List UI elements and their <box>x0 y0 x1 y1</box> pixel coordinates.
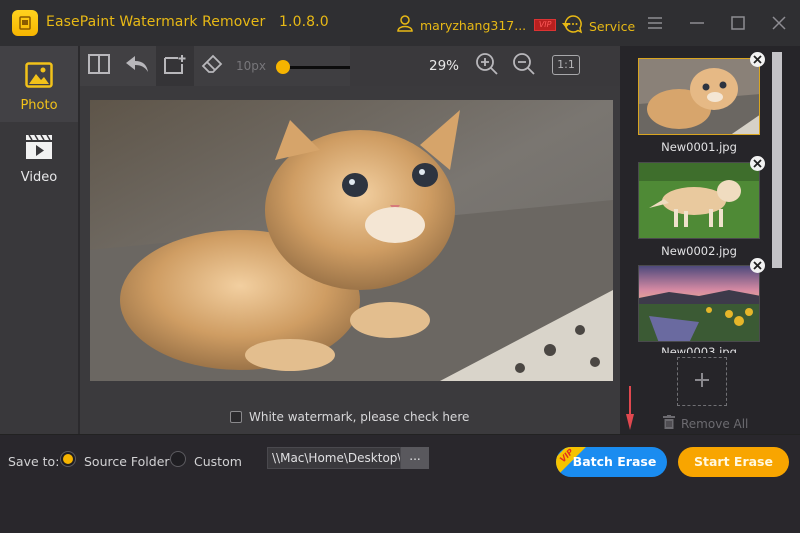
undo-button[interactable] <box>118 46 156 86</box>
start-erase-button[interactable]: Start Erase <box>678 447 789 477</box>
radio-selected-dot <box>63 454 73 464</box>
minimize-icon[interactable] <box>688 14 706 32</box>
undo-icon <box>125 54 149 78</box>
save-to-label: Save to: <box>8 454 60 469</box>
vip-badge: VIP <box>534 19 557 31</box>
close-icon[interactable] <box>770 14 788 32</box>
source-folder-radio[interactable] <box>60 451 76 467</box>
zoom-in-icon <box>475 52 499 80</box>
sidebar-item-photo[interactable]: Photo <box>0 46 78 122</box>
white-watermark-label: White watermark, please check here <box>249 410 470 424</box>
trash-icon <box>663 414 675 433</box>
start-erase-label: Start Erase <box>694 454 773 469</box>
remove-file-icon[interactable] <box>750 52 765 67</box>
zoom-out-icon <box>512 52 536 80</box>
bottom-bar: Save to: Source Folder Custom \\Mac\Home… <box>0 434 800 533</box>
eraser-icon <box>201 54 225 78</box>
title-bar: EasePaint Watermark Remover 1.0.8.0 mary… <box>0 0 800 46</box>
sidebar-item-label: Photo <box>20 98 58 113</box>
file-thumbnail[interactable] <box>638 58 760 135</box>
user-icon <box>396 14 414 36</box>
file-name: New0002.jpg <box>661 244 737 258</box>
annotation-arrow-icon <box>624 386 636 434</box>
white-watermark-checkbox[interactable] <box>230 411 242 423</box>
rectangle-select-icon <box>163 53 187 79</box>
remove-file-icon[interactable] <box>750 258 765 273</box>
main-image[interactable] <box>90 100 613 381</box>
browse-button[interactable]: ... <box>401 447 429 469</box>
rectangle-select-button[interactable] <box>156 46 194 86</box>
zoom-out-button[interactable] <box>505 46 543 86</box>
remove-all-label: Remove All <box>681 416 749 431</box>
source-folder-label: Source Folder <box>84 454 170 469</box>
add-file-button[interactable] <box>677 357 727 406</box>
toolbar: 10px +450px 29% 1:1 <box>80 46 620 86</box>
file-thumbnail[interactable] <box>638 162 760 239</box>
batch-erase-label: Batch Erase <box>572 454 657 469</box>
user-account[interactable]: maryzhang317... VIP <box>396 14 571 36</box>
zoom-in-button[interactable] <box>468 46 506 86</box>
eraser-button[interactable] <box>194 46 232 86</box>
file-list-scrollbar[interactable] <box>772 52 782 268</box>
brush-size-slider[interactable] <box>284 66 350 69</box>
custom-label: Custom <box>194 454 242 469</box>
brush-size-slider-thumb[interactable] <box>276 60 290 74</box>
zoom-percent: 29% <box>429 58 460 74</box>
actual-size-button[interactable]: 1:1 <box>552 55 580 75</box>
custom-radio[interactable] <box>170 451 186 467</box>
sidebar-item-label: Video <box>20 170 58 185</box>
batch-erase-button[interactable]: VIP Batch Erase <box>556 447 667 477</box>
remove-file-icon[interactable] <box>750 156 765 171</box>
service-button[interactable]: Service <box>563 14 635 38</box>
remove-all-button[interactable]: Remove All <box>663 414 748 433</box>
sidebar: Photo Video <box>0 46 78 434</box>
file-name: New0001.jpg <box>661 140 737 154</box>
image-icon <box>25 62 53 92</box>
compare-split-icon <box>88 54 110 78</box>
chat-bubble-icon <box>563 14 583 38</box>
app-title: EasePaint Watermark Remover 1.0.8.0 <box>46 14 329 30</box>
brush-min-label: 10px <box>236 59 266 73</box>
file-list-panel: New0001.jpg New0002.jpg New0003.jpg Remo… <box>620 46 800 434</box>
save-path-input[interactable]: \\Mac\Home\Desktop\Ea <box>267 447 401 469</box>
service-label: Service <box>589 18 636 34</box>
white-watermark-option[interactable]: White watermark, please check here <box>230 410 469 424</box>
sidebar-item-video[interactable]: Video <box>0 122 78 198</box>
compare-split-button[interactable] <box>80 46 118 86</box>
username: maryzhang317... <box>420 17 527 33</box>
app-logo-icon <box>12 10 38 36</box>
app-window: EasePaint Watermark Remover 1.0.8.0 mary… <box>0 0 800 533</box>
file-name: New0003.jpg <box>661 345 737 353</box>
menu-icon[interactable] <box>646 14 664 32</box>
video-clapper-icon <box>25 134 53 164</box>
file-thumbnail[interactable] <box>638 265 760 342</box>
canvas-area: White watermark, please check here <box>80 86 620 434</box>
maximize-icon[interactable] <box>729 14 747 32</box>
plus-icon <box>695 372 709 391</box>
